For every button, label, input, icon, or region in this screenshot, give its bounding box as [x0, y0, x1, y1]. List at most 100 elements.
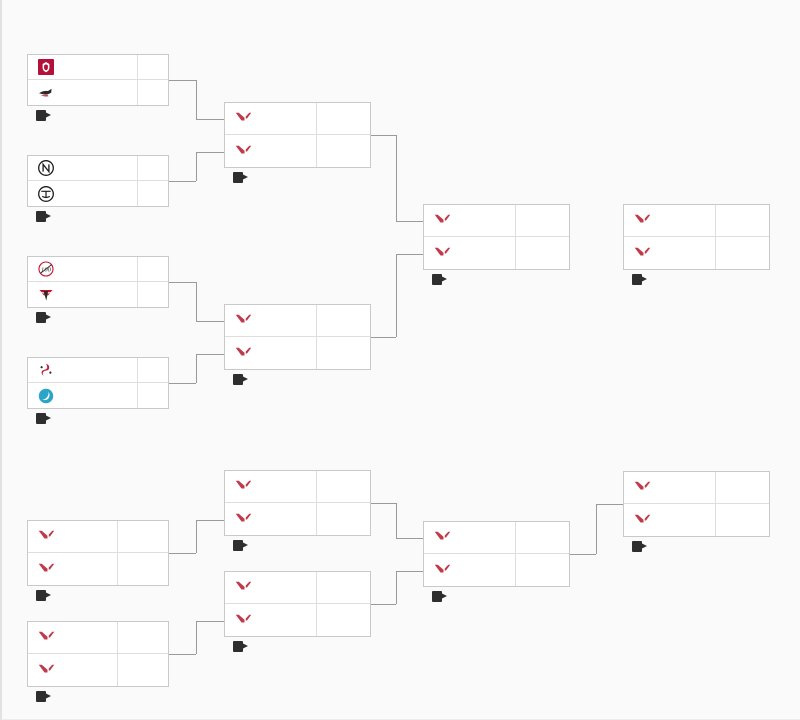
- bracket-connector: [570, 554, 596, 555]
- bracket-connector: [196, 621, 197, 654]
- video-camera-icon[interactable]: [233, 540, 248, 551]
- match-team-row[interactable]: [225, 135, 370, 167]
- match-box-uf1[interactable]: [423, 204, 570, 270]
- match-team-row[interactable]: [225, 305, 370, 337]
- match-team-row[interactable]: [28, 553, 168, 585]
- video-camera-icon[interactable]: [233, 641, 248, 652]
- match-schedule-uqf3: [24, 312, 51, 323]
- match-box-uqf4[interactable]: [27, 357, 169, 409]
- match-team-row[interactable]: [28, 181, 168, 206]
- match-team-row[interactable]: [624, 472, 769, 504]
- match-team-row[interactable]: [28, 156, 168, 181]
- match-box-lr2m1[interactable]: [224, 470, 371, 536]
- team-score: [316, 572, 370, 603]
- match-team-row[interactable]: [28, 55, 168, 80]
- match-schedule-uqf2: [24, 211, 51, 222]
- video-camera-icon[interactable]: [233, 374, 248, 385]
- video-camera-icon[interactable]: [36, 211, 51, 222]
- video-camera-icon[interactable]: [36, 413, 51, 424]
- match-schedule-lr3m1: [420, 591, 447, 602]
- match-box-lfm1[interactable]: [623, 471, 770, 537]
- match-schedule-uf1: [420, 274, 447, 285]
- team-info: [624, 212, 715, 230]
- team-info: [225, 478, 316, 496]
- team-info: [424, 244, 515, 262]
- match-box-lr3m1[interactable]: [423, 521, 570, 587]
- video-camera-icon[interactable]: [632, 274, 647, 285]
- match-box-uqf2[interactable]: [27, 155, 169, 207]
- match-team-row[interactable]: [28, 358, 168, 383]
- match-team-row[interactable]: [225, 572, 370, 604]
- match-team-row[interactable]: [225, 471, 370, 503]
- valorant-placeholder-icon: [433, 212, 451, 230]
- team-score: [137, 358, 168, 382]
- match-box-uqf1[interactable]: [27, 54, 169, 106]
- match-team-row[interactable]: [28, 383, 168, 408]
- team-score: [515, 522, 569, 553]
- valorant-placeholder-icon: [633, 244, 651, 262]
- team-info: [28, 629, 117, 647]
- match-box-uqf3[interactable]: 100: [27, 256, 169, 308]
- video-camera-icon[interactable]: [233, 172, 248, 183]
- team-score: [515, 554, 569, 586]
- sentinels-logo-icon: [37, 58, 55, 76]
- match-team-row[interactable]: [28, 622, 168, 654]
- team-score: [515, 205, 569, 236]
- valorant-placeholder-icon: [234, 478, 252, 496]
- video-camera-icon[interactable]: [432, 591, 447, 602]
- match-team-row[interactable]: [424, 237, 569, 269]
- bracket-connector: [196, 520, 224, 521]
- match-team-row[interactable]: [28, 80, 168, 105]
- video-camera-icon[interactable]: [432, 274, 447, 285]
- match-box-lr1m1[interactable]: [27, 520, 169, 586]
- match-team-row[interactable]: [28, 521, 168, 553]
- match-team-row[interactable]: [225, 103, 370, 135]
- match-box-lr1m2[interactable]: [27, 621, 169, 687]
- team-info: [624, 511, 715, 529]
- match-team-row[interactable]: [624, 205, 769, 237]
- match-schedule-lr1m1: [24, 590, 51, 601]
- bracket-connector: [396, 503, 397, 538]
- match-box-gf1[interactable]: [623, 204, 770, 270]
- match-schedule-gf1: [620, 274, 647, 285]
- match-team-row[interactable]: [225, 604, 370, 636]
- team-info: [624, 479, 715, 497]
- match-team-row[interactable]: [424, 522, 569, 554]
- match-box-usf2[interactable]: [224, 304, 371, 370]
- video-camera-icon[interactable]: [36, 312, 51, 323]
- team-info: [424, 529, 515, 547]
- team-score: [316, 604, 370, 636]
- video-camera-icon[interactable]: [36, 110, 51, 121]
- bracket-connector: [196, 520, 197, 553]
- team-info: [28, 560, 117, 578]
- team-score: [316, 305, 370, 336]
- match-team-row[interactable]: [424, 205, 569, 237]
- video-camera-icon[interactable]: [632, 541, 647, 552]
- match-team-row[interactable]: [28, 654, 168, 686]
- luminosity-logo-icon: [37, 387, 55, 405]
- match-team-row[interactable]: [424, 554, 569, 586]
- match-team-row[interactable]: [225, 337, 370, 369]
- team-score: [137, 383, 168, 408]
- match-team-row[interactable]: [225, 503, 370, 535]
- team-info: [28, 286, 137, 304]
- match-team-row[interactable]: 100: [28, 257, 168, 282]
- match-team-row[interactable]: [624, 237, 769, 269]
- team-score: [715, 205, 769, 236]
- match-team-row[interactable]: [624, 504, 769, 536]
- valorant-placeholder-icon: [234, 312, 252, 330]
- bracket-connector: [196, 354, 197, 383]
- bracket-connector: [196, 282, 197, 321]
- team-score: [715, 504, 769, 536]
- match-box-lr2m2[interactable]: [224, 571, 371, 637]
- team-info: [225, 611, 316, 629]
- video-camera-icon[interactable]: [36, 590, 51, 601]
- match-team-row[interactable]: [28, 282, 168, 307]
- team-info: [624, 244, 715, 262]
- team-score: [316, 471, 370, 502]
- video-camera-icon[interactable]: [36, 691, 51, 702]
- valorant-placeholder-icon: [234, 344, 252, 362]
- team-score: [515, 237, 569, 269]
- team-info: [424, 212, 515, 230]
- match-box-usf1[interactable]: [224, 102, 371, 168]
